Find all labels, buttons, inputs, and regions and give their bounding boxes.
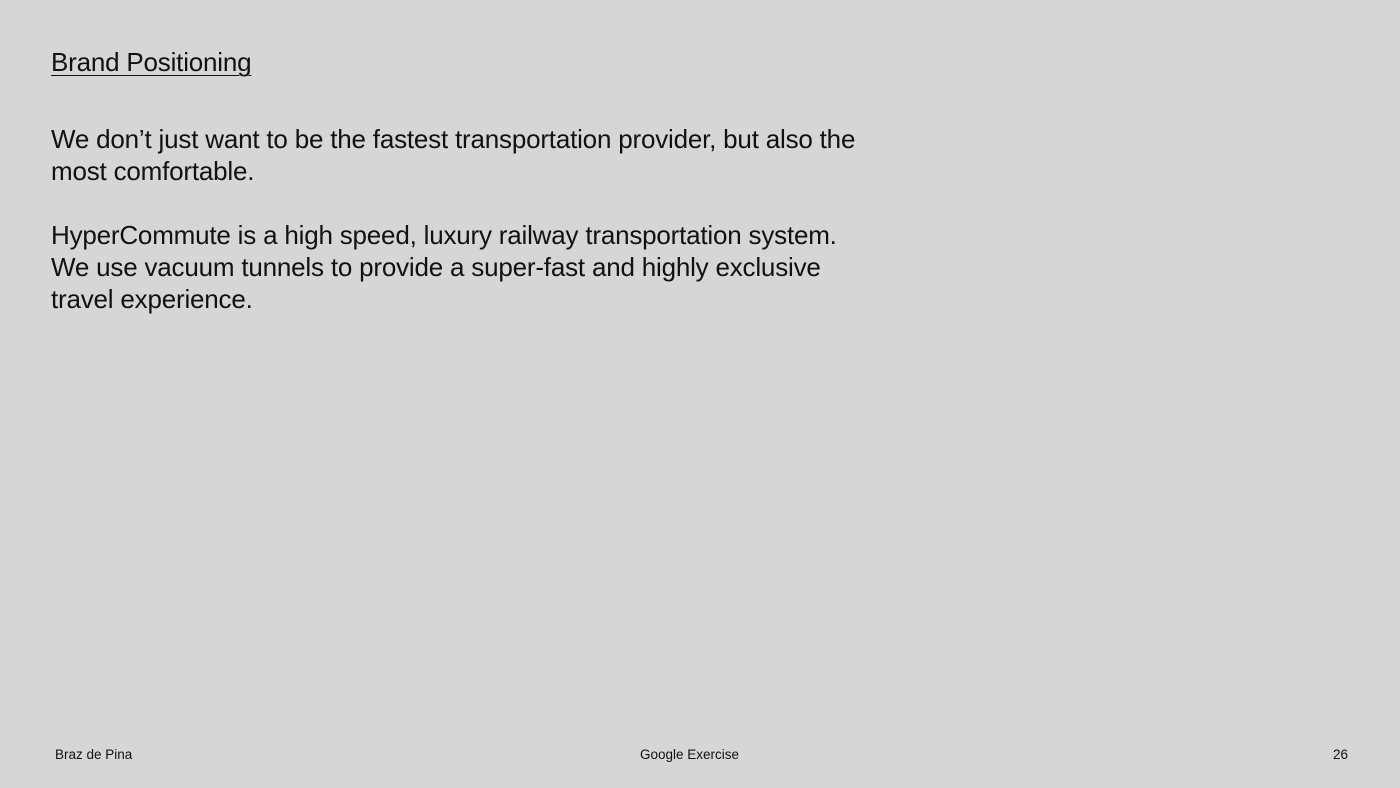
footer-project: Google Exercise xyxy=(640,747,740,762)
slide: Brand Positioning We don’t just want to … xyxy=(0,0,1400,788)
paragraph-product-description: HyperCommute is a high speed, luxury rai… xyxy=(51,219,911,315)
paragraph-line: We use vacuum tunnels to provide a super… xyxy=(51,252,821,282)
page-number: 26 xyxy=(1333,747,1349,762)
paragraph-line: We don’t just want to be the fastest tra… xyxy=(51,124,856,154)
paragraph-line: most comfortable. xyxy=(51,156,255,186)
paragraph-line: HyperCommute is a high speed, luxury rai… xyxy=(51,220,837,250)
paragraph-positioning-statement: We don’t just want to be the fastest tra… xyxy=(51,123,911,187)
footer-author: Braz de Pina xyxy=(55,747,133,762)
paragraph-line: travel experience. xyxy=(51,284,253,314)
slide-title: Brand Positioning xyxy=(51,47,252,77)
